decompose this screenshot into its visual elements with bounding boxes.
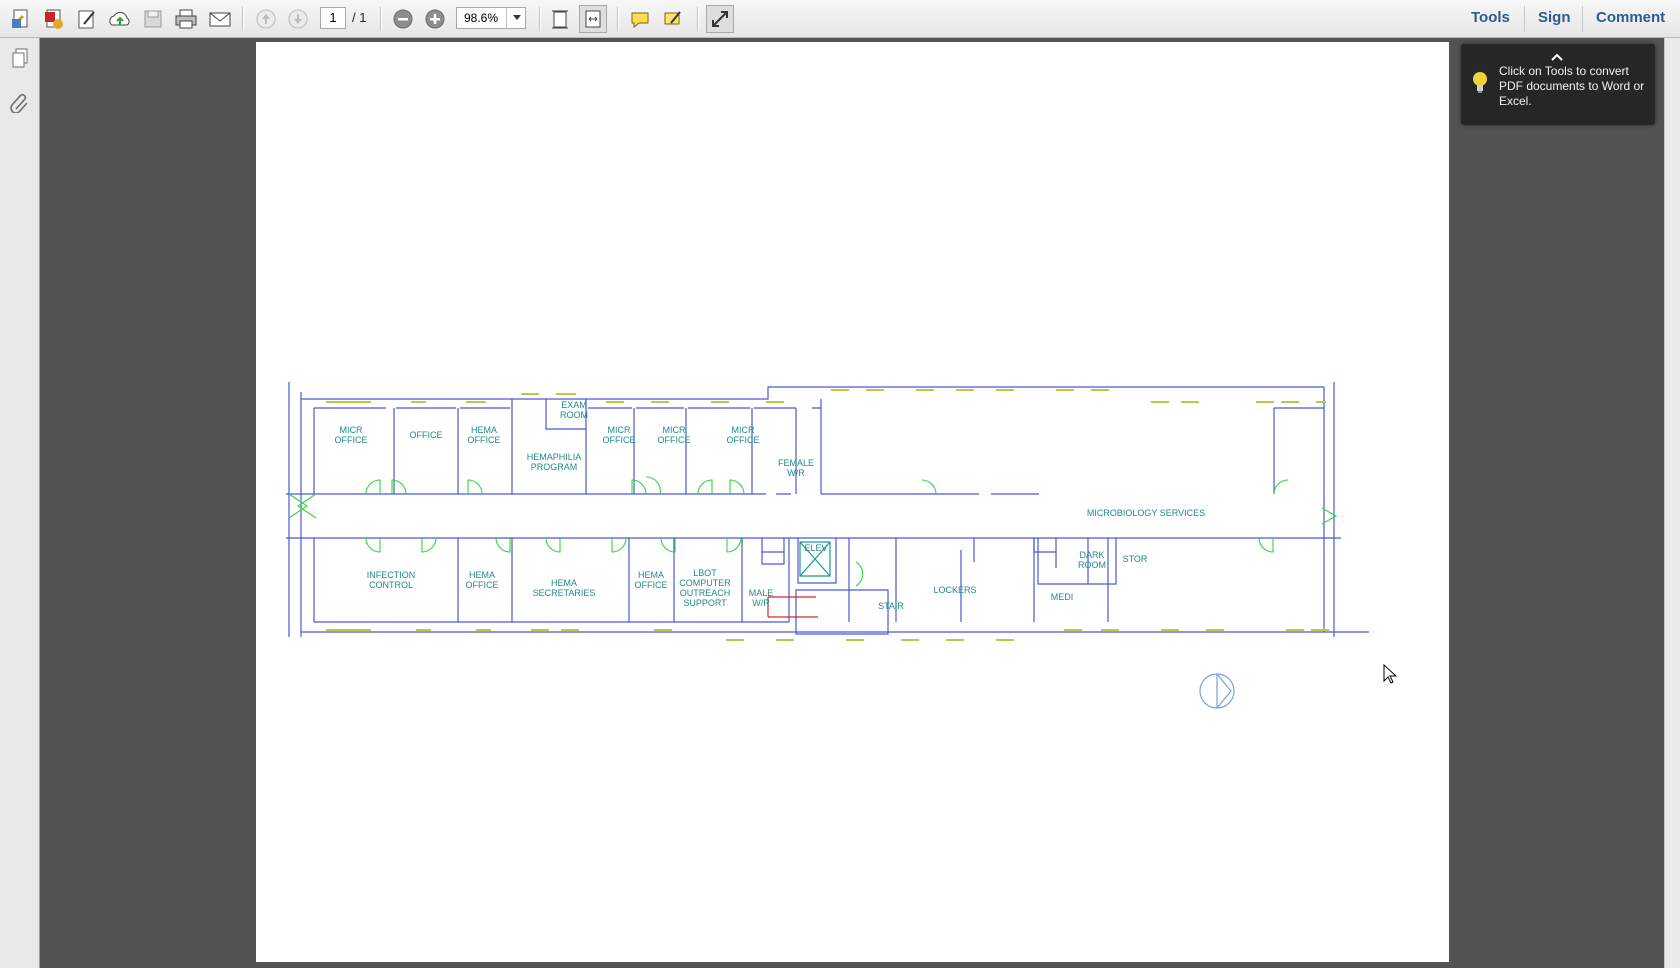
- room-label: OFFICE: [468, 435, 501, 445]
- toolbar-separator: [1524, 6, 1525, 32]
- room-label: OFFICE: [603, 435, 636, 445]
- room-label: SECRETARIES: [533, 588, 596, 598]
- pdf-page: MICR OFFICE OFFICE HEMA OFFICE EXAM ROOM HEMAPH…: [256, 42, 1449, 962]
- toolbar-separator: [539, 7, 541, 31]
- room-label: HEMAPHILIA: [527, 452, 582, 462]
- room-label: OFFICE: [466, 580, 499, 590]
- print-icon[interactable]: [172, 5, 200, 33]
- page-number-input[interactable]: 1: [320, 7, 346, 29]
- room-label: OFFICE: [635, 580, 668, 590]
- room-label: PROGRAM: [531, 462, 578, 472]
- room-label: ROOM: [560, 410, 588, 420]
- zoom-out-icon[interactable]: [389, 5, 417, 33]
- room-label: W/R: [752, 598, 770, 608]
- room-label: MICR: [340, 425, 363, 435]
- room-label: CONTROL: [369, 580, 413, 590]
- room-label: W/R: [787, 468, 805, 478]
- room-label: STOR: [1123, 554, 1148, 564]
- room-label: INFECTION: [367, 570, 416, 580]
- room-label: OFFICE: [335, 435, 368, 445]
- room-label: HEMA: [551, 578, 577, 588]
- main-toolbar: 1 / 1 98.6% Tools Sign Comment: [0, 0, 1680, 38]
- room-label: MALE: [749, 588, 774, 598]
- room-label: MICR: [608, 425, 631, 435]
- vertical-scrollbar[interactable]: [1664, 38, 1680, 968]
- convert-pdf-icon[interactable]: [40, 5, 68, 33]
- email-icon[interactable]: [206, 5, 234, 33]
- fit-width-icon[interactable]: [579, 5, 607, 33]
- toolbar-separator: [1582, 6, 1583, 32]
- room-label: OUTREACH: [680, 588, 731, 598]
- highlight-icon[interactable]: [659, 5, 687, 33]
- room-label: OFFICE: [727, 435, 760, 445]
- room-label: MEDI: [1051, 592, 1074, 602]
- fullscreen-icon[interactable]: [706, 5, 734, 33]
- page-total-label: / 1: [352, 10, 367, 25]
- room-label: FEMALE: [778, 458, 814, 468]
- room-label: SUPPORT: [683, 598, 727, 608]
- fit-page-icon[interactable]: [546, 5, 574, 33]
- room-label: ROOM: [1078, 560, 1106, 570]
- attachments-icon[interactable]: [8, 90, 32, 114]
- mouse-cursor-icon: [1383, 663, 1398, 689]
- room-label: LOCKERS: [933, 585, 976, 595]
- comment-bubble-icon[interactable]: [626, 5, 654, 33]
- floor-plan-drawing: MICROFFICE OFFICE HEMAOFFICEEXAMROOMHEMAPH…: [286, 382, 1369, 709]
- navigation-pane: [0, 38, 40, 968]
- room-label: COMPUTER: [679, 578, 731, 588]
- room-label: ELEV: [804, 543, 827, 553]
- chevron-down-icon[interactable]: [506, 7, 527, 29]
- upload-cloud-icon[interactable]: [106, 5, 134, 33]
- pages-icon[interactable]: [8, 46, 32, 70]
- tools-button[interactable]: Tools: [1471, 9, 1510, 26]
- toolbar-separator: [242, 7, 244, 31]
- toolbar-separator: [617, 7, 619, 31]
- room-label: HEMA: [469, 570, 495, 580]
- sign-button[interactable]: Sign: [1538, 9, 1571, 26]
- toolbar-separator: [697, 7, 699, 31]
- comment-button[interactable]: Comment: [1596, 9, 1665, 26]
- edit-pdf-icon[interactable]: [73, 5, 101, 33]
- save-icon[interactable]: [139, 5, 167, 33]
- zoom-in-icon[interactable]: [421, 5, 449, 33]
- previous-page-icon[interactable]: [252, 5, 280, 33]
- room-label: DARK: [1079, 550, 1104, 560]
- room-label: OFFICE: [658, 435, 691, 445]
- next-page-icon[interactable]: [284, 5, 312, 33]
- tools-tip-text: Click on Tools to convert PDF documents …: [1499, 64, 1645, 108]
- corridor-label: MICROBIOLOGY SERVICES: [1087, 508, 1205, 518]
- room-label: EXAM: [561, 400, 587, 410]
- room-label: MICR: [732, 425, 755, 435]
- toolbar-separator: [380, 7, 382, 31]
- room-label: HEMA: [638, 570, 664, 580]
- room-label: OFFICE: [410, 430, 443, 440]
- tools-tip-popup: Click on Tools to convert PDF documents …: [1461, 44, 1655, 125]
- lightbulb-icon: [1471, 70, 1489, 101]
- room-label: MICR: [663, 425, 686, 435]
- room-label: HEMA: [471, 425, 497, 435]
- room-label: STAIR: [878, 601, 904, 611]
- room-label: LBOT: [693, 568, 717, 578]
- create-pdf-icon[interactable]: [7, 5, 35, 33]
